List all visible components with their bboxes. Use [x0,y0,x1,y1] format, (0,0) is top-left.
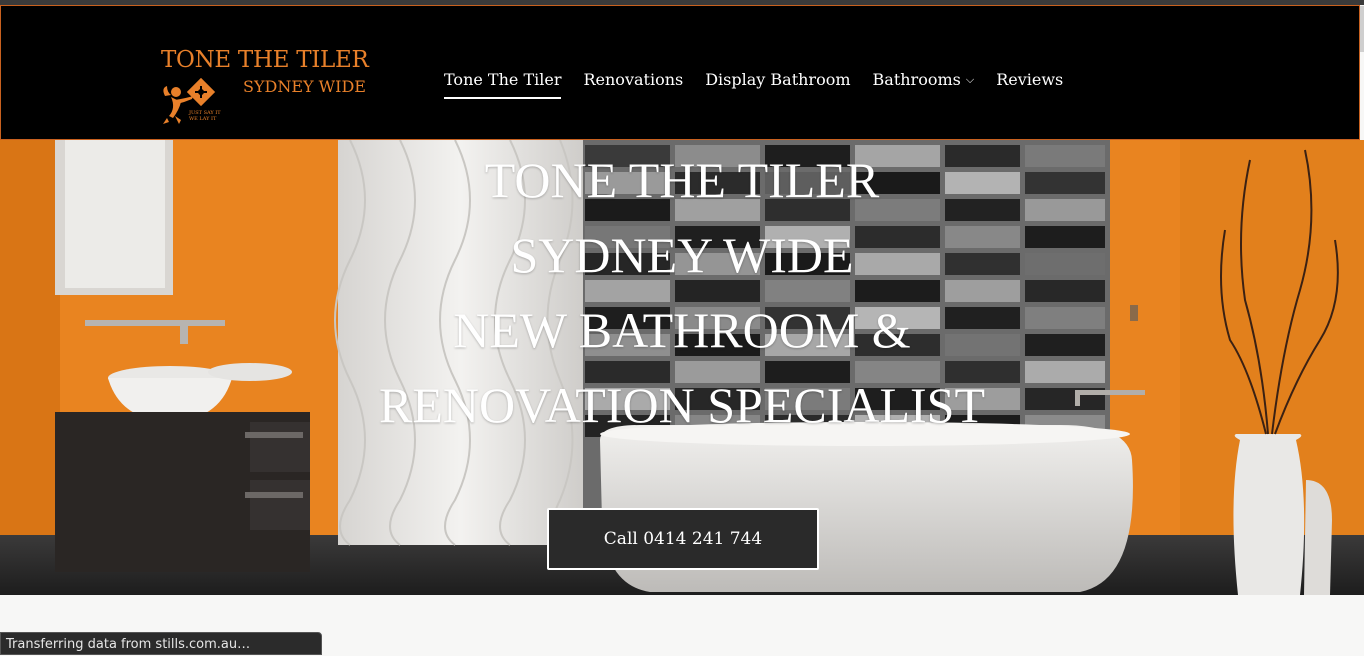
chevron-down-icon: ⌵ [965,73,975,86]
hero-title-line4: RENOVATION SPECIALIST [378,377,986,433]
hero-title-line1: TONE THE TILER [484,152,880,208]
browser-status-bar: Transferring data from stills.com.au… [0,632,322,655]
nav-item-reviews[interactable]: Reviews [996,70,1063,99]
hero-title-line3: NEW BATHROOM & [453,302,911,358]
call-button[interactable]: Call 0414 241 744 [547,508,819,570]
logo-name-line1: TONE THE TILER [161,47,369,73]
nav-item-bathrooms[interactable]: Bathrooms ⌵ [873,70,975,99]
nav-item-tone-the-tiler[interactable]: Tone The Tiler [444,70,562,99]
main-nav: Tone The Tiler Renovations Display Bathr… [444,70,1085,99]
logo-name-line2: SYDNEY WIDE [243,77,366,96]
nav-item-bathrooms-label: Bathrooms [872,70,961,89]
site-logo[interactable]: TONE THE TILER SYDNEY WIDE JUST SAY IT W… [161,44,369,129]
site-header: TONE THE TILER SYDNEY WIDE JUST SAY IT W… [0,5,1360,140]
hero-title-line2: SYDNEY WIDE [510,227,854,283]
logo-tagline: JUST SAY IT WE LAY IT [189,110,221,122]
scrollbar-thumb[interactable] [1360,6,1364,52]
nav-item-renovations[interactable]: Renovations [583,70,683,99]
hero-banner: TONE THE TILER SYDNEY WIDE NEW BATHROOM … [0,140,1364,595]
nav-item-display-bathroom[interactable]: Display Bathroom [705,70,850,99]
